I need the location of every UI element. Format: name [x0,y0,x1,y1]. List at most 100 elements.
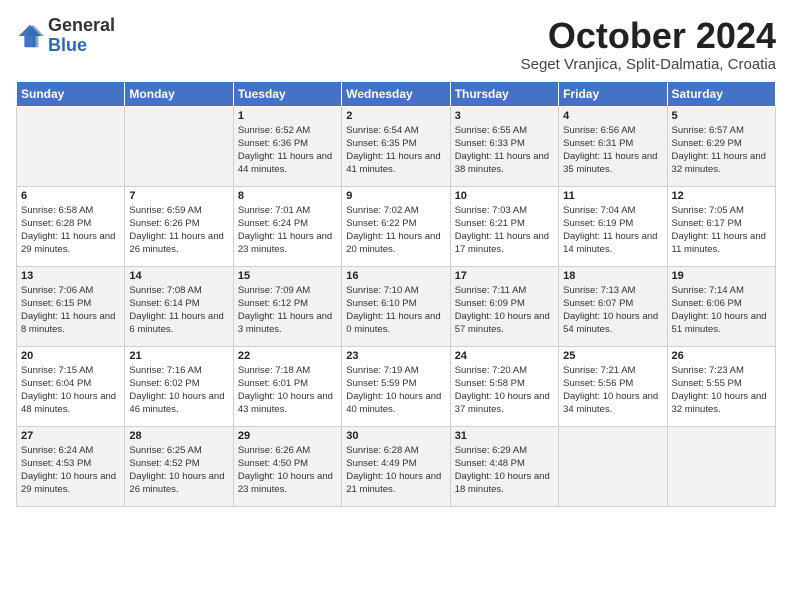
calendar-week-row: 1 Sunrise: 6:52 AM Sunset: 6:36 PM Daylig… [17,106,776,186]
day-number: 27 [21,430,120,442]
calendar-cell: 27Sunrise: 6:24 AM Sunset: 4:53 PM Dayli… [17,426,125,506]
day-number: 24 [455,350,554,362]
day-number: 23 [346,350,445,362]
day-content: Sunrise: 7:13 AM Sunset: 6:07 PM Dayligh… [563,284,662,337]
calendar-cell: 11Sunrise: 7:04 AM Sunset: 6:19 PM Dayli… [559,186,667,266]
calendar-cell [667,426,775,506]
day-content: Sunrise: 6:58 AM Sunset: 6:28 PM Dayligh… [21,204,120,257]
calendar-cell: 4Sunrise: 6:56 AM Sunset: 6:31 PM Daylig… [559,106,667,186]
calendar-cell [559,426,667,506]
calendar-cell: 10 Sunrise: 7:03 AM Sunset: 6:21 PM Dayli… [450,186,558,266]
day-number: 7 [129,190,228,202]
day-content: Sunrise: 6:55 AM Sunset: 6:33 PM Dayligh… [455,124,554,177]
logo: General Blue [16,16,115,56]
weekday-header-tuesday: Tuesday [233,81,341,106]
day-number: 1 [238,110,337,122]
day-number: 17 [455,270,554,282]
calendar-cell: 8 Sunrise: 7:01 AM Sunset: 6:24 PM Daylig… [233,186,341,266]
logo-icon [16,22,44,50]
calendar-cell: 22Sunrise: 7:18 AM Sunset: 6:01 PM Dayli… [233,346,341,426]
logo-general-text: General [48,16,115,36]
day-number: 5 [672,110,771,122]
title-block: October 2024 Seget Vranjica, Split-Dalma… [521,16,776,73]
page-header: General Blue October 2024 Seget Vranjica… [16,16,776,73]
weekday-header-monday: Monday [125,81,233,106]
calendar-cell: 15Sunrise: 7:09 AM Sunset: 6:12 PM Dayli… [233,266,341,346]
calendar-cell: 9 Sunrise: 7:02 AM Sunset: 6:22 PM Daylig… [342,186,450,266]
calendar-cell: 2 Sunrise: 6:54 AM Sunset: 6:35 PM Daylig… [342,106,450,186]
calendar-cell: 31 Sunrise: 6:29 AM Sunset: 4:48 PM Dayli… [450,426,558,506]
weekday-header-sunday: Sunday [17,81,125,106]
calendar-header: SundayMondayTuesdayWednesdayThursdayFrid… [17,81,776,106]
calendar-cell: 20 Sunrise: 7:15 AM Sunset: 6:04 PM Dayli… [17,346,125,426]
day-content: Sunrise: 6:54 AM Sunset: 6:35 PM Dayligh… [346,124,445,177]
day-content: Sunrise: 7:11 AM Sunset: 6:09 PM Dayligh… [455,284,554,337]
calendar-cell: 12Sunrise: 7:05 AM Sunset: 6:17 PM Dayli… [667,186,775,266]
day-number: 21 [129,350,228,362]
day-number: 28 [129,430,228,442]
calendar-cell: 19 Sunrise: 7:14 AM Sunset: 6:06 PM Dayli… [667,266,775,346]
calendar-week-row: 20 Sunrise: 7:15 AM Sunset: 6:04 PM Dayli… [17,346,776,426]
day-number: 26 [672,350,771,362]
day-number: 19 [672,270,771,282]
calendar-title: October 2024 [521,16,776,56]
calendar-week-row: 6 Sunrise: 6:58 AM Sunset: 6:28 PM Daylig… [17,186,776,266]
calendar-cell: 17 Sunrise: 7:11 AM Sunset: 6:09 PM Dayli… [450,266,558,346]
calendar-cell: 1 Sunrise: 6:52 AM Sunset: 6:36 PM Daylig… [233,106,341,186]
day-content: Sunrise: 7:08 AM Sunset: 6:14 PM Dayligh… [129,284,228,337]
day-number: 10 [455,190,554,202]
day-number: 22 [238,350,337,362]
calendar-cell: 16Sunrise: 7:10 AM Sunset: 6:10 PM Dayli… [342,266,450,346]
day-content: Sunrise: 6:29 AM Sunset: 4:48 PM Dayligh… [455,444,554,497]
calendar-cell: 14 Sunrise: 7:08 AM Sunset: 6:14 PM Dayli… [125,266,233,346]
day-number: 13 [21,270,120,282]
day-content: Sunrise: 7:04 AM Sunset: 6:19 PM Dayligh… [563,204,662,257]
calendar-cell: 21 Sunrise: 7:16 AM Sunset: 6:02 PM Dayli… [125,346,233,426]
weekday-header-saturday: Saturday [667,81,775,106]
day-content: Sunrise: 7:02 AM Sunset: 6:22 PM Dayligh… [346,204,445,257]
calendar-cell [125,106,233,186]
day-number: 20 [21,350,120,362]
day-number: 6 [21,190,120,202]
day-content: Sunrise: 6:28 AM Sunset: 4:49 PM Dayligh… [346,444,445,497]
day-content: Sunrise: 6:25 AM Sunset: 4:52 PM Dayligh… [129,444,228,497]
day-number: 30 [346,430,445,442]
day-number: 15 [238,270,337,282]
day-content: Sunrise: 7:01 AM Sunset: 6:24 PM Dayligh… [238,204,337,257]
day-number: 31 [455,430,554,442]
calendar-cell: 7 Sunrise: 6:59 AM Sunset: 6:26 PM Daylig… [125,186,233,266]
day-content: Sunrise: 7:14 AM Sunset: 6:06 PM Dayligh… [672,284,771,337]
day-content: Sunrise: 6:52 AM Sunset: 6:36 PM Dayligh… [238,124,337,177]
logo-text: General Blue [48,16,115,56]
day-content: Sunrise: 7:16 AM Sunset: 6:02 PM Dayligh… [129,364,228,417]
calendar-week-row: 13 Sunrise: 7:06 AM Sunset: 6:15 PM Dayli… [17,266,776,346]
calendar-cell: 5 Sunrise: 6:57 AM Sunset: 6:29 PM Daylig… [667,106,775,186]
calendar-cell: 24Sunrise: 7:20 AM Sunset: 5:58 PM Dayli… [450,346,558,426]
day-content: Sunrise: 7:03 AM Sunset: 6:21 PM Dayligh… [455,204,554,257]
day-number: 4 [563,110,662,122]
day-content: Sunrise: 6:57 AM Sunset: 6:29 PM Dayligh… [672,124,771,177]
calendar-cell: 13 Sunrise: 7:06 AM Sunset: 6:15 PM Dayli… [17,266,125,346]
calendar-cell: 26 Sunrise: 7:23 AM Sunset: 5:55 PM Dayli… [667,346,775,426]
calendar-body: 1 Sunrise: 6:52 AM Sunset: 6:36 PM Daylig… [17,106,776,506]
day-number: 2 [346,110,445,122]
calendar-cell: 25 Sunrise: 7:21 AM Sunset: 5:56 PM Dayli… [559,346,667,426]
calendar-table: SundayMondayTuesdayWednesdayThursdayFrid… [16,81,776,507]
day-number: 14 [129,270,228,282]
day-number: 25 [563,350,662,362]
calendar-cell: 3 Sunrise: 6:55 AM Sunset: 6:33 PM Daylig… [450,106,558,186]
day-content: Sunrise: 7:06 AM Sunset: 6:15 PM Dayligh… [21,284,120,337]
day-content: Sunrise: 6:59 AM Sunset: 6:26 PM Dayligh… [129,204,228,257]
day-content: Sunrise: 6:26 AM Sunset: 4:50 PM Dayligh… [238,444,337,497]
day-number: 8 [238,190,337,202]
calendar-cell: 30 Sunrise: 6:28 AM Sunset: 4:49 PM Dayli… [342,426,450,506]
day-number: 29 [238,430,337,442]
day-number: 9 [346,190,445,202]
weekday-header-wednesday: Wednesday [342,81,450,106]
day-content: Sunrise: 7:15 AM Sunset: 6:04 PM Dayligh… [21,364,120,417]
calendar-cell: 28 Sunrise: 6:25 AM Sunset: 4:52 PM Dayli… [125,426,233,506]
day-number: 3 [455,110,554,122]
day-content: Sunrise: 7:23 AM Sunset: 5:55 PM Dayligh… [672,364,771,417]
weekday-header-friday: Friday [559,81,667,106]
day-content: Sunrise: 7:21 AM Sunset: 5:56 PM Dayligh… [563,364,662,417]
